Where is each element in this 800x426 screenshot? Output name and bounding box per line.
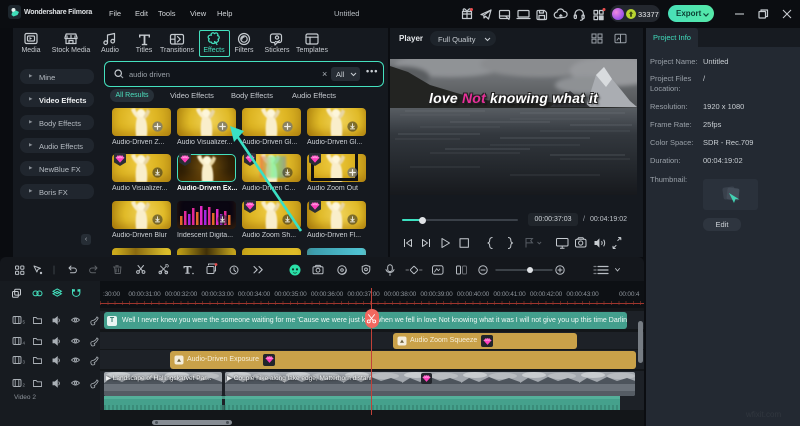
svg-text:2: 2 [23, 383, 26, 388]
svg-text:4: 4 [23, 341, 26, 346]
svg-text:Video 2: Video 2 [14, 394, 36, 401]
svg-text:3: 3 [23, 360, 26, 365]
svg-text:5: 5 [23, 320, 26, 325]
